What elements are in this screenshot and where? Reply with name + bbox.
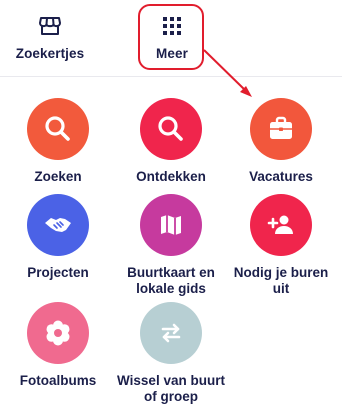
handshake-icon bbox=[45, 218, 71, 232]
grid-item-label: Wissel van buurt of groep bbox=[117, 373, 225, 404]
vacatures-circle bbox=[250, 98, 312, 160]
grid-item-label: Zoeken bbox=[34, 169, 82, 184]
more-menu-screen: Zoekertjes Meer Zoeken Ontdekken Vacatur… bbox=[0, 0, 342, 410]
zoeken-circle bbox=[27, 98, 89, 160]
search-icon bbox=[45, 116, 70, 141]
annotation-highlight-box bbox=[138, 4, 204, 70]
grid-item-label: Ontdekken bbox=[136, 169, 206, 184]
grid-item-label: Nodig je buren uit bbox=[233, 265, 329, 296]
swap-arrows-icon bbox=[161, 323, 181, 343]
grid-item-label: Fotoalbums bbox=[19, 373, 97, 388]
grid-item-nodig-buren[interactable]: Nodig je buren uit bbox=[225, 194, 337, 297]
grid-item-zoeken[interactable]: Zoeken bbox=[2, 98, 114, 185]
grid-item-label: Buurtkaart en lokale gids bbox=[127, 265, 215, 296]
flower-icon bbox=[46, 320, 70, 346]
grid-item-wissel-buurt[interactable]: Wissel van buurt of groep bbox=[115, 302, 227, 405]
grid-item-buurtkaart[interactable]: Buurtkaart en lokale gids bbox=[115, 194, 227, 297]
grid-item-projecten[interactable]: Projecten bbox=[2, 194, 114, 281]
projecten-circle bbox=[27, 194, 89, 256]
briefcase-icon bbox=[270, 116, 292, 139]
grid-item-label: Projecten bbox=[27, 265, 89, 280]
buurtkaart-circle bbox=[140, 194, 202, 256]
search-icon bbox=[158, 116, 183, 141]
grid-item-fotoalbums[interactable]: Fotoalbums bbox=[2, 302, 114, 389]
tab-zoekertjes[interactable]: Zoekertjes bbox=[10, 0, 90, 76]
add-person-icon bbox=[267, 215, 293, 234]
storefront-icon bbox=[39, 16, 61, 35]
nodig-buren-circle bbox=[250, 194, 312, 256]
fotoalbums-circle bbox=[27, 302, 89, 364]
grid-item-label: Vacatures bbox=[249, 169, 313, 184]
map-icon bbox=[161, 215, 181, 235]
tab-zoekertjes-label: Zoekertjes bbox=[15, 45, 85, 61]
ontdekken-circle bbox=[140, 98, 202, 160]
grid-item-vacatures[interactable]: Vacatures bbox=[225, 98, 337, 185]
grid-item-ontdekken[interactable]: Ontdekken bbox=[115, 98, 227, 185]
wissel-buurt-circle bbox=[140, 302, 202, 364]
